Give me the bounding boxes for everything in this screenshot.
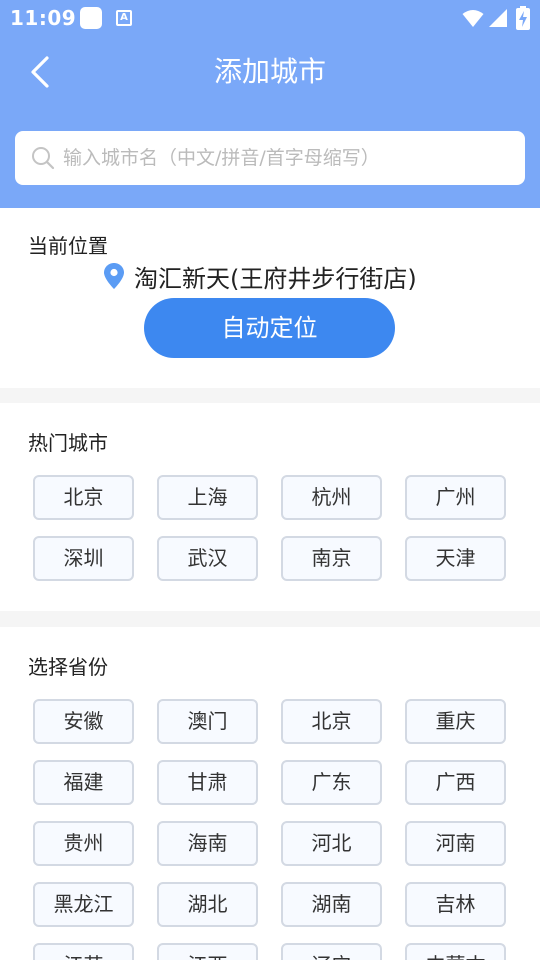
province-button[interactable]: 贵州 bbox=[33, 821, 134, 866]
province-button[interactable]: 黑龙江 bbox=[33, 882, 134, 927]
province-button[interactable]: 安徽 bbox=[33, 699, 134, 744]
province-button[interactable]: 江苏 bbox=[33, 943, 134, 960]
province-button[interactable]: 吉林 bbox=[405, 882, 506, 927]
province-button[interactable]: 重庆 bbox=[405, 699, 506, 744]
hot-city-button[interactable]: 南京 bbox=[281, 536, 382, 581]
page-title: 添加城市 bbox=[213, 55, 326, 88]
current-location-row: 淘汇新天(王府井步行街店) bbox=[104, 260, 417, 293]
hot-city-button[interactable]: 深圳 bbox=[33, 536, 134, 581]
hot-cities-card: 热门城市 北京 上海 杭州 广州深圳 武汉 南京 天津 bbox=[0, 403, 540, 611]
status-bar: 11:09 A bbox=[0, 0, 540, 36]
province-button[interactable]: 福建 bbox=[33, 760, 134, 805]
province-button[interactable]: 北京 bbox=[281, 699, 382, 744]
province-button[interactable]: 内蒙古 bbox=[405, 943, 506, 960]
hot-city-button[interactable]: 杭州 bbox=[281, 475, 382, 520]
province-button[interactable]: 广西 bbox=[405, 760, 506, 805]
province-button[interactable]: 湖北 bbox=[157, 882, 258, 927]
province-button[interactable]: 广东 bbox=[281, 760, 382, 805]
province-button[interactable]: 江西 bbox=[157, 943, 258, 960]
status-time: 11:09 bbox=[10, 6, 77, 30]
current-location-card: 当前位置 淘汇新天(王府井步行街店) 自动定位 bbox=[0, 208, 540, 388]
province-button[interactable]: 辽宁 bbox=[281, 943, 382, 960]
search-input[interactable] bbox=[63, 131, 513, 185]
search-icon bbox=[32, 147, 55, 170]
search-box[interactable] bbox=[15, 131, 525, 185]
hot-city-button[interactable]: 武汉 bbox=[157, 536, 258, 581]
battery-charging-icon bbox=[516, 6, 530, 30]
provinces-card: 选择省份 安徽澳门北京重庆福建甘肃广东广西贵州海南河北河南黑龙江湖北湖南吉林江苏… bbox=[0, 627, 540, 960]
province-button[interactable]: 海南 bbox=[157, 821, 258, 866]
notification-square-icon bbox=[80, 7, 102, 29]
hot-cities-heading: 热门城市 bbox=[28, 431, 108, 455]
provinces-heading: 选择省份 bbox=[28, 655, 108, 679]
province-button[interactable]: 河南 bbox=[405, 821, 506, 866]
header: 11:09 A 添加城市 bbox=[0, 0, 540, 208]
current-location-name: 淘汇新天(王府井步行街店) bbox=[134, 264, 417, 293]
auto-locate-button[interactable]: 自动定位 bbox=[144, 298, 395, 358]
a-box-icon: A bbox=[116, 10, 132, 26]
hot-city-button[interactable]: 上海 bbox=[157, 475, 258, 520]
location-pin-icon bbox=[104, 263, 124, 289]
hot-city-button[interactable]: 北京 bbox=[33, 475, 134, 520]
signal-icon bbox=[489, 9, 507, 27]
province-button[interactable]: 湖南 bbox=[281, 882, 382, 927]
province-button[interactable]: 河北 bbox=[281, 821, 382, 866]
province-button[interactable]: 澳门 bbox=[157, 699, 258, 744]
province-button[interactable]: 甘肃 bbox=[157, 760, 258, 805]
current-location-heading: 当前位置 bbox=[28, 234, 108, 258]
hot-city-button[interactable]: 天津 bbox=[405, 536, 506, 581]
hot-city-button[interactable]: 广州 bbox=[405, 475, 506, 520]
wifi-icon bbox=[462, 10, 484, 27]
